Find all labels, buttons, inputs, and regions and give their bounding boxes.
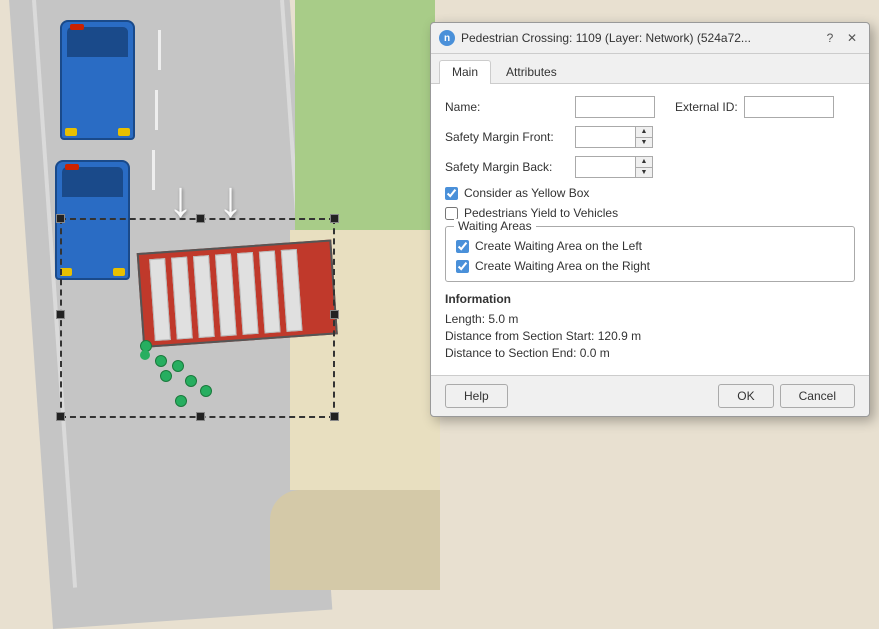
info-length: Length: 5.0 m [445,312,855,326]
stripe-7 [281,249,303,332]
sel-handle-mr [330,310,339,319]
waiting-areas-inner: Create Waiting Area on the Left Create W… [456,239,844,273]
close-button[interactable]: ✕ [843,29,861,47]
yellow-box-row: Consider as Yellow Box [445,186,855,200]
lane-dash-1 [158,30,161,70]
safety-margin-front-label: Safety Margin Front: [445,130,575,144]
dialog-footer: Help OK Cancel [431,375,869,416]
dialog-title: Pedestrian Crossing: 1109 (Layer: Networ… [461,31,821,45]
ped-3 [172,360,184,372]
stripe-4 [215,254,237,337]
ped-7 [140,350,150,360]
tab-main[interactable]: Main [439,60,491,84]
arrow-right: ↓ [218,170,243,228]
info-distance-start: Distance from Section Start: 120.9 m [445,329,855,343]
safety-margin-front-spinner: 3.0 m ▲ ▼ [575,126,653,148]
car-2-light-l [60,268,72,276]
car-1-light-l [65,128,77,136]
sel-handle-ml [56,310,65,319]
car-1 [60,20,135,140]
dialog-controls: ? ✕ [821,29,861,47]
car-2-light-r [113,268,125,276]
safety-margin-front-down[interactable]: ▼ [636,138,652,148]
sel-handle-tl [56,214,65,223]
dialog-titlebar: n Pedestrian Crossing: 1109 (Layer: Netw… [431,23,869,54]
stripe-6 [259,250,281,333]
lane-dash-2 [155,90,158,130]
yellow-box-label[interactable]: Consider as Yellow Box [464,186,589,200]
ped-2 [155,355,167,367]
ped-6 [200,385,212,397]
waiting-area-right-label[interactable]: Create Waiting Area on the Right [475,259,650,273]
dialog-body: Name: External ID: Safety Margin Front: … [431,84,869,375]
pedestrians-yield-label[interactable]: Pedestrians Yield to Vehicles [464,206,618,220]
waiting-area-left-checkbox[interactable] [456,240,469,253]
ped-5 [185,375,197,387]
stripe-1 [149,258,171,341]
car-1-light-r [118,128,130,136]
yellow-box-checkbox[interactable] [445,187,458,200]
crossing-red [137,240,338,348]
stripe-5 [237,252,259,335]
pedestrians-yield-row: Pedestrians Yield to Vehicles [445,206,855,220]
tabs-bar: Main Attributes [431,54,869,84]
waiting-areas-title: Waiting Areas [454,219,536,233]
safety-margin-back-label: Safety Margin Back: [445,160,575,174]
car-2-roof-detail [65,164,79,170]
help-icon-btn[interactable]: ? [821,29,839,47]
pedestrians-yield-checkbox[interactable] [445,207,458,220]
stripe-2 [171,257,193,340]
external-id-input[interactable] [744,96,834,118]
safety-margin-front-up[interactable]: ▲ [636,127,652,138]
safety-margin-back-spinner-btns: ▲ ▼ [635,156,653,178]
safety-margin-back-row: Safety Margin Back: 3.0 m ▲ ▼ [445,156,855,178]
information-title: Information [445,292,855,306]
name-input[interactable] [575,96,655,118]
sel-handle-bl [56,412,65,421]
waiting-area-right-row: Create Waiting Area on the Right [456,259,844,273]
app-icon: n [439,30,455,46]
name-label: Name: [445,100,575,114]
dialog: n Pedestrian Crossing: 1109 (Layer: Netw… [430,22,870,417]
ped-4 [160,370,172,382]
safety-margin-back-input[interactable]: 3.0 m [575,156,635,178]
footer-right-buttons: OK Cancel [718,384,855,408]
ped-8 [175,395,187,407]
info-distance-end: Distance to Section End: 0.0 m [445,346,855,360]
tab-attributes[interactable]: Attributes [493,60,570,83]
sidewalk-curve [270,490,440,590]
safety-margin-front-input[interactable]: 3.0 m [575,126,635,148]
ok-button[interactable]: OK [718,384,773,408]
lane-dash-3 [152,150,155,190]
waiting-area-left-row: Create Waiting Area on the Left [456,239,844,253]
sel-handle-tr [330,214,339,223]
sel-handle-tm [196,214,205,223]
safety-margin-back-spinner: 3.0 m ▲ ▼ [575,156,653,178]
cancel-button[interactable]: Cancel [780,384,855,408]
safety-margin-front-spinner-btns: ▲ ▼ [635,126,653,148]
car-2-roof [62,167,123,197]
car-2 [55,160,130,280]
name-row: Name: External ID: [445,96,855,118]
external-id-label: External ID: [675,100,738,114]
safety-margin-back-up[interactable]: ▲ [636,157,652,168]
stripe-3 [193,255,215,338]
car-1-roof-detail [70,24,84,30]
sel-handle-br [330,412,339,421]
waiting-area-right-checkbox[interactable] [456,260,469,273]
help-button[interactable]: Help [445,384,508,408]
sel-handle-bm [196,412,205,421]
information-section: Information Length: 5.0 m Distance from … [445,292,855,360]
safety-margin-back-down[interactable]: ▼ [636,168,652,178]
waiting-area-left-label[interactable]: Create Waiting Area on the Left [475,239,642,253]
car-1-roof [67,27,128,57]
safety-margin-front-row: Safety Margin Front: 3.0 m ▲ ▼ [445,126,855,148]
arrow-left: ↓ [168,170,193,228]
waiting-areas-group: Waiting Areas Create Waiting Area on the… [445,226,855,282]
